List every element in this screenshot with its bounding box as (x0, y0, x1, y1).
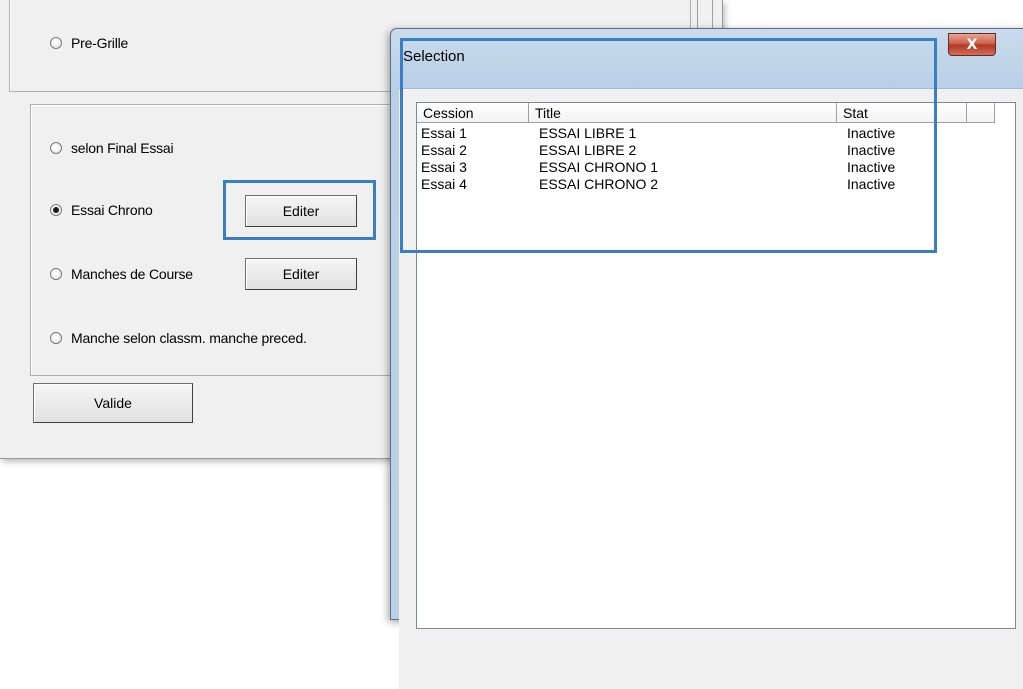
title-cell: ESSAI LIBRE 2 (539, 142, 637, 158)
stat-cell: Inactive (847, 176, 896, 192)
radio-label: Manches de Course (71, 266, 193, 282)
radio-button[interactable] (50, 332, 62, 344)
editer-button-essai-chrono[interactable]: Editer (245, 195, 357, 227)
radio-label: selon Final Essai (71, 140, 174, 156)
close-button[interactable]: X (948, 33, 996, 56)
radio-button[interactable] (50, 268, 62, 280)
radio-manche-classm[interactable]: Manche selon classm. manche preced. (50, 330, 307, 346)
radio-pregrille[interactable]: Pre-Grille (50, 35, 128, 51)
stat-cell: Inactive (847, 159, 896, 175)
cession-cell: Essai 4 (421, 176, 467, 192)
valide-button[interactable]: Valide (33, 383, 193, 423)
session-list[interactable]: Cession Title Stat Essai 1 ESSAI LIBRE 1… (416, 102, 1016, 629)
selection-dialog: Selection X Cession Title Stat Essai 1 E… (390, 28, 1023, 689)
radio-manches-course[interactable]: Manches de Course (50, 266, 193, 282)
dialog-title: Selection (403, 48, 465, 65)
cession-cell: Essai 3 (421, 159, 467, 175)
editer-button-manches[interactable]: Editer (245, 258, 357, 290)
close-icon: X (966, 36, 978, 53)
stat-cell: Inactive (847, 125, 896, 141)
radio-label: Manche selon classm. manche preced. (71, 330, 307, 346)
cession-cell: Essai 1 (421, 125, 467, 141)
title-cell: ESSAI CHRONO 2 (539, 176, 659, 192)
column-header-title[interactable]: Title (529, 103, 837, 123)
column-header-empty[interactable] (967, 103, 995, 123)
cession-cell: Essai 2 (421, 142, 467, 158)
radio-final-essai[interactable]: selon Final Essai (50, 140, 174, 156)
stat-cell: Inactive (847, 142, 896, 158)
radio-label: Essai Chrono (71, 202, 153, 218)
column-header-cession[interactable]: Cession (417, 103, 529, 123)
title-cell: ESSAI CHRONO 1 (539, 159, 659, 175)
radio-button[interactable] (50, 142, 62, 154)
radio-button-checked[interactable] (50, 204, 62, 216)
radio-label: Pre-Grille (71, 35, 129, 51)
radio-essai-chrono[interactable]: Essai Chrono (50, 202, 153, 218)
title-cell: ESSAI LIBRE 1 (539, 125, 637, 141)
radio-button[interactable] (50, 37, 62, 49)
column-header-stat[interactable]: Stat (837, 103, 967, 123)
